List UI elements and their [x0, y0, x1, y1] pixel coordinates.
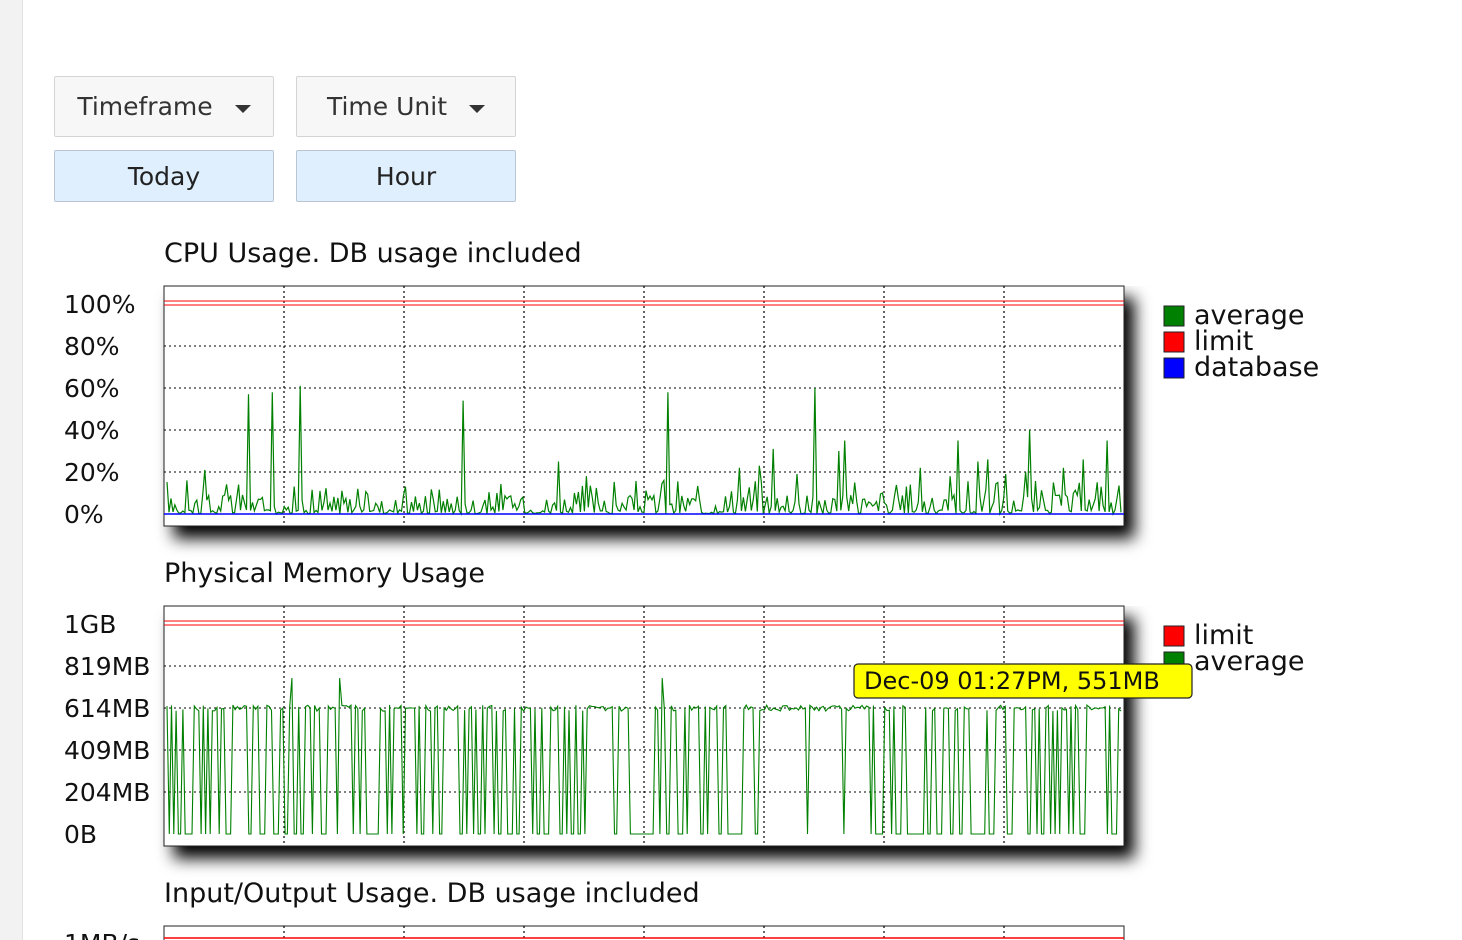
y-tick-label: 20% [64, 458, 120, 487]
y-tick-label: 204MB [64, 778, 150, 807]
legend-swatch-limit [1163, 625, 1185, 647]
y-tick-label: 1MB/s [64, 929, 140, 940]
legend-label-average: average [1194, 646, 1305, 677]
legend-label-database: database [1194, 352, 1319, 383]
timeframe-value-button[interactable]: Today [54, 150, 274, 202]
legend-swatch-average [1163, 305, 1185, 327]
y-tick-label: 0B [64, 820, 97, 849]
time-unit-value: Hour [375, 161, 437, 191]
time-unit-dropdown[interactable]: Time Unit [296, 76, 516, 137]
y-tick-label: 614MB [64, 694, 150, 723]
y-tick-label: 40% [64, 416, 120, 445]
tooltip: Dec-09 01:27PM, 551MB [853, 663, 1193, 699]
timeframe-value: Today [127, 161, 201, 191]
io-chart-title: Input/Output Usage. DB usage included [164, 878, 700, 909]
memory-usage-chart: 1GB819MB614MB409MB204MB0BlimitaverageDec… [64, 605, 1305, 849]
y-tick-label: 409MB [64, 736, 150, 765]
y-tick-label: 100% [64, 290, 135, 319]
cpu-chart-title: CPU Usage. DB usage included [164, 238, 582, 269]
legend-swatch-limit [1163, 331, 1185, 353]
legend-swatch-database [1163, 357, 1185, 379]
io-usage-chart: 1MB/s [64, 925, 1125, 940]
time-unit-value-button[interactable]: Hour [296, 150, 516, 202]
y-tick-label: 80% [64, 332, 120, 361]
timeframe-label: Timeframe [77, 92, 213, 121]
y-tick-label: 0% [64, 500, 104, 529]
cpu-usage-chart: 100%80%60%40%20%0%averagelimitdatabase [64, 285, 1319, 529]
chevron-down-icon [469, 104, 486, 113]
y-tick-label: 60% [64, 374, 120, 403]
y-tick-label: 819MB [64, 652, 150, 681]
timeframe-dropdown[interactable]: Timeframe [54, 76, 274, 137]
time-unit-label: Time Unit [326, 92, 448, 121]
chevron-down-icon [234, 104, 251, 113]
memory-chart-title: Physical Memory Usage [164, 558, 485, 589]
y-tick-label: 1GB [64, 610, 116, 639]
tooltip-text: Dec-09 01:27PM, 551MB [864, 667, 1160, 695]
